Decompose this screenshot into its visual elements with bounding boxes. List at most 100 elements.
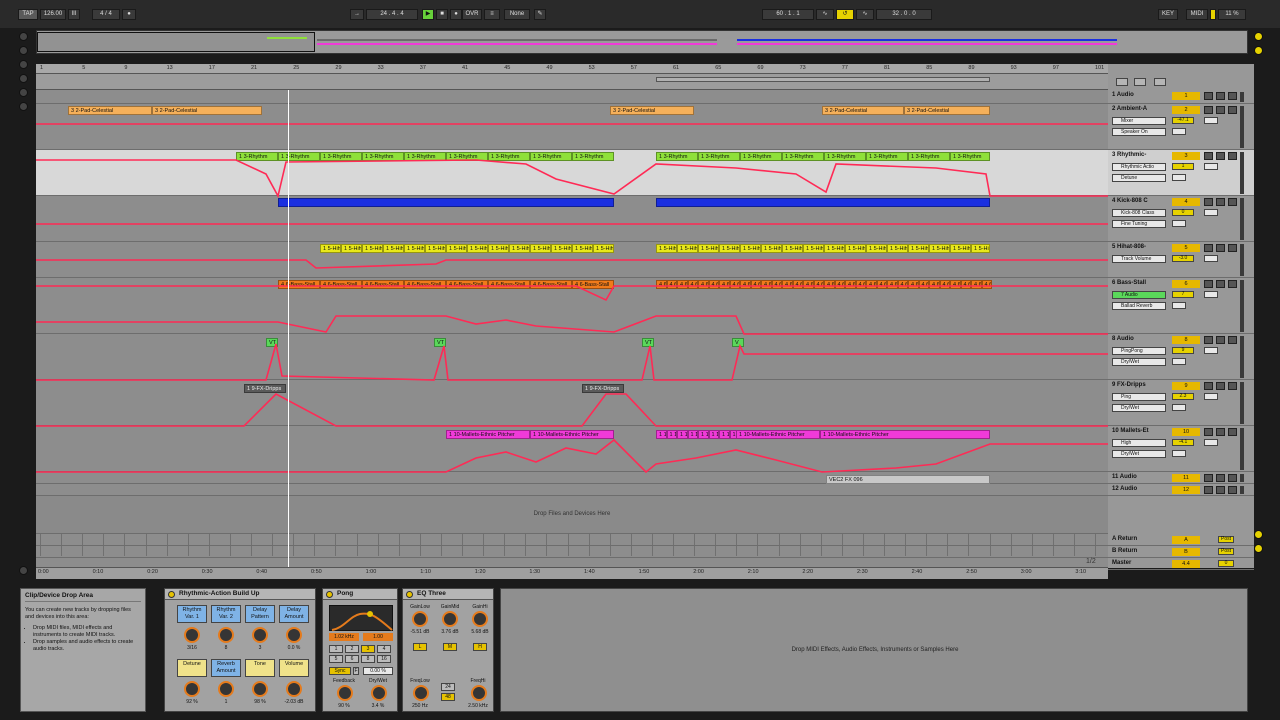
parameter-chooser[interactable]: Speaker On: [1112, 128, 1166, 136]
solo-button[interactable]: [1204, 382, 1213, 390]
macro-label[interactable]: Delay Amount: [279, 605, 309, 623]
macro-label[interactable]: Delay Pattern: [245, 605, 275, 623]
info-toggle-icon[interactable]: [19, 566, 28, 575]
delay-step-button[interactable]: 3: [361, 645, 375, 653]
track-activator[interactable]: 6: [1172, 280, 1200, 288]
track-activator[interactable]: 1: [1172, 92, 1200, 100]
solo-button[interactable]: [1204, 244, 1213, 252]
track-header[interactable]: 2 Ambient-A 2 Mixer -47.1 Speaker On: [1108, 104, 1254, 150]
track-activator[interactable]: 5: [1172, 244, 1200, 252]
pan-field[interactable]: [1204, 163, 1218, 170]
track-name[interactable]: 11 Audio: [1112, 474, 1137, 480]
track-header[interactable]: 1 Audio 1: [1108, 90, 1254, 104]
pong-title-bar[interactable]: Pong: [323, 589, 397, 600]
track-header[interactable]: 9 FX-Dripps 9 Ping 2.3 Dry/Wet: [1108, 380, 1254, 426]
volume-field[interactable]: [1172, 220, 1186, 227]
device-chooser[interactable]: Kick-808 Class: [1112, 209, 1166, 217]
punch-out-icon[interactable]: ∿: [856, 9, 874, 20]
arm-button[interactable]: [1216, 152, 1225, 160]
bar-ruler[interactable]: 1 5 9 13 17 21 25 29 33 37 41 45 49 53 57 61 65 69 73 77 81 8…: [36, 64, 1108, 74]
quantize-menu[interactable]: None: [504, 9, 530, 20]
overdub-button[interactable]: OVR: [462, 9, 482, 20]
pan-field[interactable]: [1204, 439, 1218, 446]
time-offset[interactable]: 0.00 %: [363, 667, 393, 675]
automation-line[interactable]: [36, 393, 1108, 427]
feedback-knob[interactable]: [337, 685, 353, 701]
track-header[interactable]: 12 Audio 12: [1108, 484, 1254, 496]
return-header[interactable]: Master 4.4 0: [1108, 558, 1254, 570]
volume-field[interactable]: [1172, 302, 1186, 309]
arm-button[interactable]: [1216, 486, 1225, 494]
macro-label[interactable]: Rhythm Var. 2: [211, 605, 241, 623]
song-position[interactable]: 24 . 4 . 4: [366, 9, 418, 20]
automation-line[interactable]: [36, 285, 1108, 302]
track-value[interactable]: 2.3: [1172, 393, 1194, 400]
punch-in-icon[interactable]: ∿: [816, 9, 834, 20]
pan-field[interactable]: [1204, 117, 1218, 124]
track-value[interactable]: 7: [1172, 291, 1194, 298]
device-chooser[interactable]: Mixer: [1112, 117, 1166, 125]
tempo-nudge[interactable]: III: [68, 9, 80, 20]
add-locator-icon[interactable]: [1134, 78, 1146, 86]
loop-switch-icon[interactable]: ↺: [836, 9, 854, 20]
record-arm-button[interactable]: [1228, 106, 1237, 114]
macro-label[interactable]: Tone: [245, 659, 275, 677]
pre-post-toggle[interactable]: 0: [1218, 560, 1234, 567]
return-activator[interactable]: A: [1172, 536, 1200, 544]
automation-line[interactable]: [36, 315, 1108, 335]
eq-title-bar[interactable]: EQ Three: [403, 589, 493, 600]
track-header[interactable]: 5 Hihat-808- 5 Track Volume -3.0: [1108, 242, 1254, 278]
eq-gain-knob[interactable]: [442, 611, 458, 627]
key-map-button[interactable]: KEY: [1158, 9, 1178, 20]
record-arm-button[interactable]: [1228, 280, 1237, 288]
track-value[interactable]: -4.1: [1172, 439, 1194, 446]
track-name[interactable]: 2 Ambient-A: [1112, 106, 1147, 112]
midi-map-button[interactable]: MIDI: [1186, 9, 1208, 20]
filter-display[interactable]: [329, 605, 393, 631]
arm-button[interactable]: [1216, 198, 1225, 206]
track-value[interactable]: 9: [1172, 347, 1194, 354]
track-activator[interactable]: 12: [1172, 486, 1200, 494]
macro-knob[interactable]: [252, 681, 268, 697]
device-drop-area[interactable]: Drop MIDI Effects, Audio Effects, Instru…: [500, 588, 1248, 712]
solo-button[interactable]: [1204, 336, 1213, 344]
track-activator[interactable]: 3: [1172, 152, 1200, 160]
eq-band-toggle[interactable]: H: [473, 643, 487, 651]
track-header[interactable]: 3 Rhythmic- 3 Rhythmic Actio 1 Detune: [1108, 150, 1254, 196]
delay-step-button[interactable]: 5: [329, 655, 343, 663]
track-header[interactable]: 8 Audio 8 PingPong 9 Dry/Wet: [1108, 334, 1254, 380]
track-value[interactable]: 0: [1172, 209, 1194, 216]
automation-line[interactable]: [36, 438, 1108, 474]
filter-width[interactable]: 1.00: [363, 633, 393, 641]
eq-band-toggle[interactable]: L: [413, 643, 427, 651]
next-locator-icon[interactable]: [1154, 78, 1166, 86]
record-arm-button[interactable]: [1228, 336, 1237, 344]
track-activator[interactable]: 4: [1172, 198, 1200, 206]
solo-button[interactable]: [1204, 152, 1213, 160]
tempo-field[interactable]: 126.00: [40, 9, 66, 20]
plugin-toggle-icon[interactable]: [19, 88, 28, 97]
stop-icon[interactable]: ■: [436, 9, 448, 20]
track-header[interactable]: 10 Mallets-Et 10 High -4.1 Dry/Wet: [1108, 426, 1254, 472]
record-arm-button[interactable]: [1228, 474, 1237, 482]
track-activator[interactable]: 9: [1172, 382, 1200, 390]
pan-field[interactable]: [1204, 393, 1218, 400]
session-view-icon[interactable]: [1254, 32, 1263, 41]
macro-knob[interactable]: [286, 627, 302, 643]
quantize-icon[interactable]: ≡: [484, 9, 500, 20]
metronome-button[interactable]: ●: [122, 9, 136, 20]
solo-button[interactable]: [1204, 106, 1213, 114]
arm-button[interactable]: [1216, 244, 1225, 252]
device-chooser[interactable]: Ping: [1112, 393, 1166, 401]
arm-button[interactable]: [1216, 92, 1225, 100]
return-activator[interactable]: B: [1172, 548, 1200, 556]
loop-start[interactable]: 60 . 1 . 1: [762, 9, 814, 20]
volume-field[interactable]: [1172, 450, 1186, 457]
set-button[interactable]: [1116, 78, 1128, 86]
delay-step-button[interactable]: 1: [329, 645, 343, 653]
track-name[interactable]: 5 Hihat-808-: [1112, 244, 1146, 250]
pan-field[interactable]: [1204, 209, 1218, 216]
eq-gain-knob[interactable]: [472, 611, 488, 627]
device-chooser[interactable]: High: [1112, 439, 1166, 447]
record-arm-button[interactable]: [1228, 428, 1237, 436]
